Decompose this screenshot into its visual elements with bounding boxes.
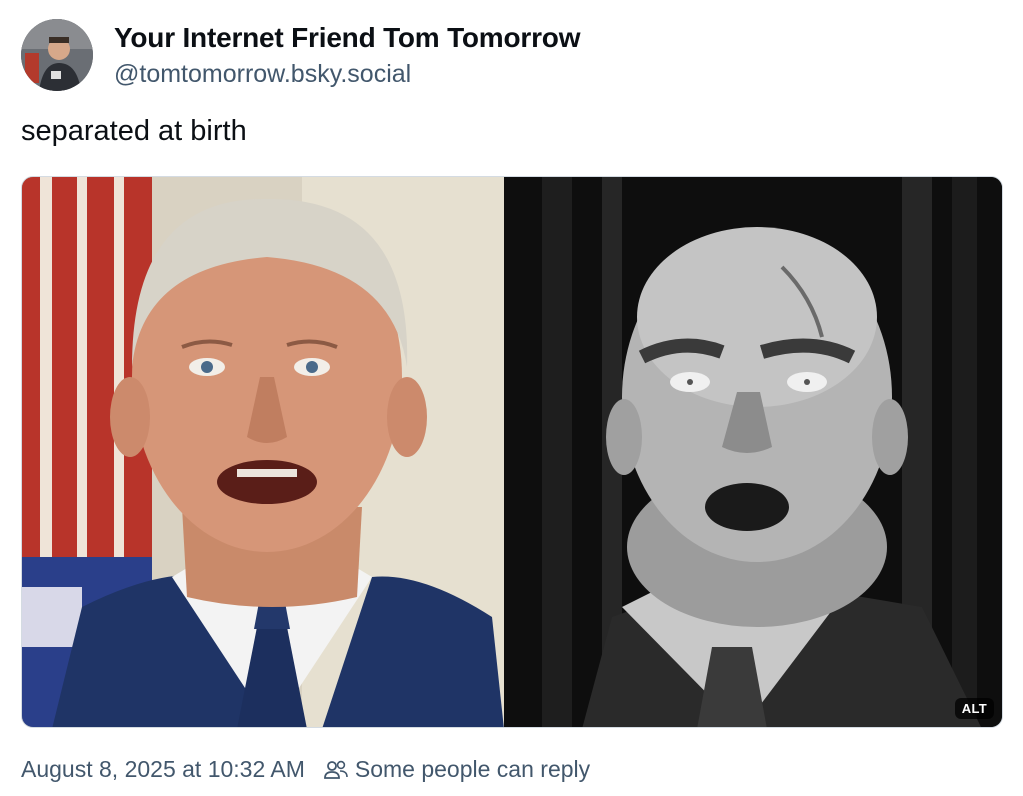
avatar-photo-icon [21,19,93,91]
author-avatar[interactable] [21,19,93,91]
author-display-name[interactable]: Your Internet Friend Tom Tomorrow [114,22,580,54]
post-meta: August 8, 2025 at 10:32 AM Some people c… [21,756,590,783]
post-image[interactable]: ALT [21,176,1003,728]
post-text: separated at birth [21,115,247,147]
author-handle[interactable]: @tomtomorrow.bsky.social [114,60,411,89]
people-icon [323,758,349,782]
reply-setting-label: Some people can reply [354,756,591,782]
right-photo [504,177,1002,727]
post-timestamp[interactable]: August 8, 2025 at 10:32 AM [21,756,305,783]
alt-text-button[interactable]: ALT [954,698,994,719]
left-photo [22,177,504,727]
post-card: Your Internet Friend Tom Tomorrow @tomto… [0,0,1023,796]
reply-setting[interactable]: Some people can reply [323,756,590,783]
